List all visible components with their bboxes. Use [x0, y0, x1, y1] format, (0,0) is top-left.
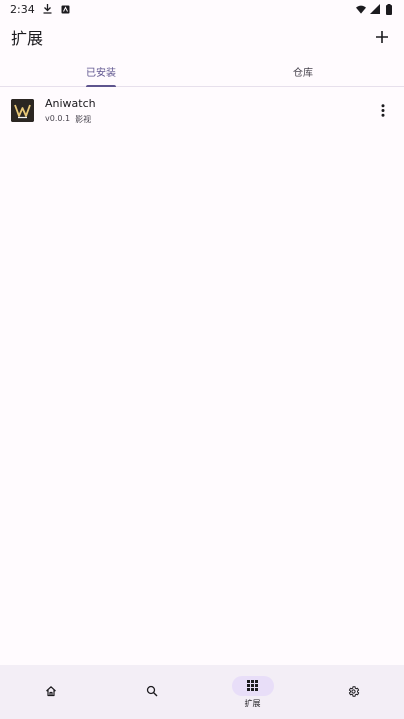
list-item[interactable]: Aniwatch v0.0.1 影视: [0, 88, 404, 133]
more-vert-icon: [381, 104, 385, 117]
app-bar: 扩展: [0, 18, 404, 56]
extension-list: Aniwatch v0.0.1 影视: [0, 88, 404, 133]
page-title: 扩展: [11, 29, 44, 48]
nav-pill: [30, 681, 72, 701]
bottom-navigation: 扩展: [0, 665, 404, 719]
nav-item-extensions[interactable]: 扩展: [202, 665, 303, 719]
status-time: 2:34: [10, 2, 35, 16]
tab-installed[interactable]: 已安装: [0, 56, 202, 87]
extension-text: Aniwatch v0.0.1 影视: [45, 97, 372, 125]
download-icon: [43, 4, 53, 14]
tab-repository[interactable]: 仓库: [202, 56, 404, 86]
more-options-button[interactable]: [372, 100, 394, 122]
nav-pill-active: [231, 675, 274, 696]
nav-item-settings[interactable]: [303, 665, 404, 719]
nav-label-extensions: 扩展: [244, 698, 261, 708]
nav-pill: [333, 681, 375, 701]
nav-item-search[interactable]: [101, 665, 202, 719]
tab-indicator: [86, 85, 116, 87]
signal-icon: [370, 4, 380, 14]
tab-repository-label: 仓库: [293, 67, 313, 79]
tab-installed-label: 已安装: [86, 67, 116, 79]
screen: 2:34 扩展 已安装 仓库 Aniwatch v0.0.1 影视 扩展: [0, 0, 404, 719]
status-left: 2:34: [10, 3, 71, 16]
gear-icon: [348, 685, 360, 697]
extension-logo-icon: [11, 99, 34, 122]
wifi-icon: [356, 4, 366, 14]
extension-name: Aniwatch: [45, 96, 96, 110]
nav-pill: [131, 681, 173, 701]
extension-meta: v0.0.1 影视: [45, 114, 372, 125]
home-icon: [45, 686, 56, 697]
search-icon: [146, 685, 157, 697]
extension-category: 影视: [75, 114, 92, 124]
battery-icon: [384, 3, 394, 15]
grid-icon: [247, 680, 258, 691]
tab-bar: 已安装 仓库: [0, 56, 404, 87]
nav-item-home[interactable]: [0, 665, 101, 719]
notification-app-icon: [61, 4, 71, 14]
status-right: [356, 3, 394, 15]
extension-version: v0.0.1: [45, 113, 71, 123]
status-bar: 2:34: [0, 0, 404, 18]
plus-icon: [376, 31, 388, 43]
add-button[interactable]: [370, 25, 394, 49]
